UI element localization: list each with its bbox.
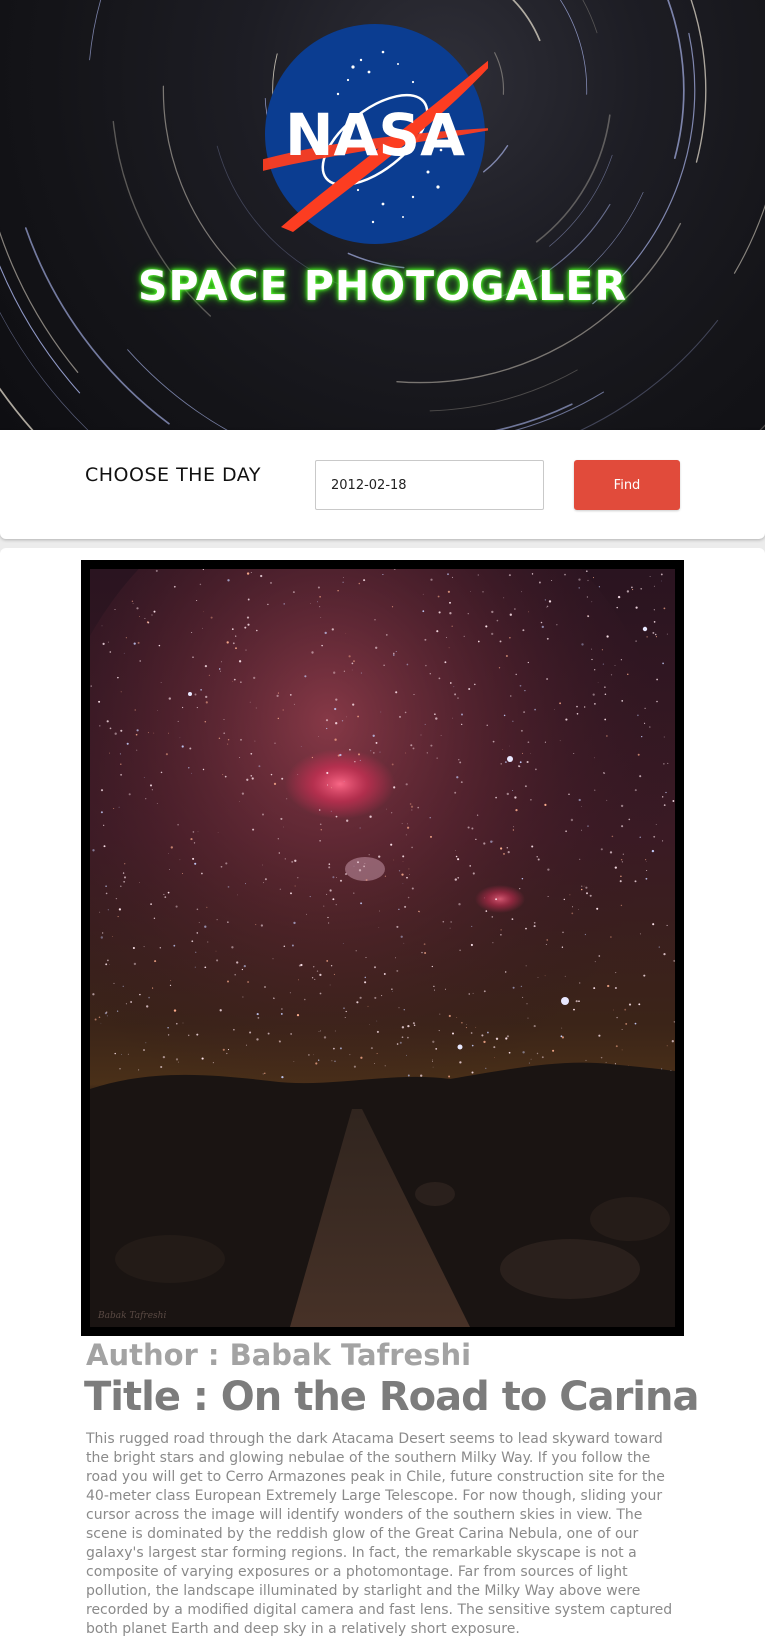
page-header: NASA SPACE PHOTOGALER [0, 0, 765, 430]
date-search-panel: CHOOSE THE DAY Find [0, 430, 765, 539]
photo-description: This rugged road through the dark Atacam… [86, 1431, 673, 1637]
photo-frame: Babak Tafreshi [81, 560, 684, 1336]
photo-title: Title : On the Road to Carina [84, 1374, 699, 1420]
choose-day-label: CHOOSE THE DAY [85, 464, 261, 486]
nasa-logo-wordmark: NASA [285, 101, 465, 169]
photo-author: Author : Babak Tafreshi [86, 1338, 472, 1372]
astronomy-photo-image [90, 569, 675, 1327]
find-button[interactable]: Find [574, 460, 680, 510]
nasa-logo-icon: NASA [263, 24, 488, 244]
astronomy-photo[interactable]: Babak Tafreshi [90, 569, 675, 1327]
photo-credit: Babak Tafreshi [98, 1311, 167, 1321]
photo-card: Babak Tafreshi Author : Babak Tafreshi T… [0, 548, 765, 1650]
date-input[interactable] [315, 460, 544, 510]
site-title: SPACE PHOTOGALER [137, 262, 628, 310]
